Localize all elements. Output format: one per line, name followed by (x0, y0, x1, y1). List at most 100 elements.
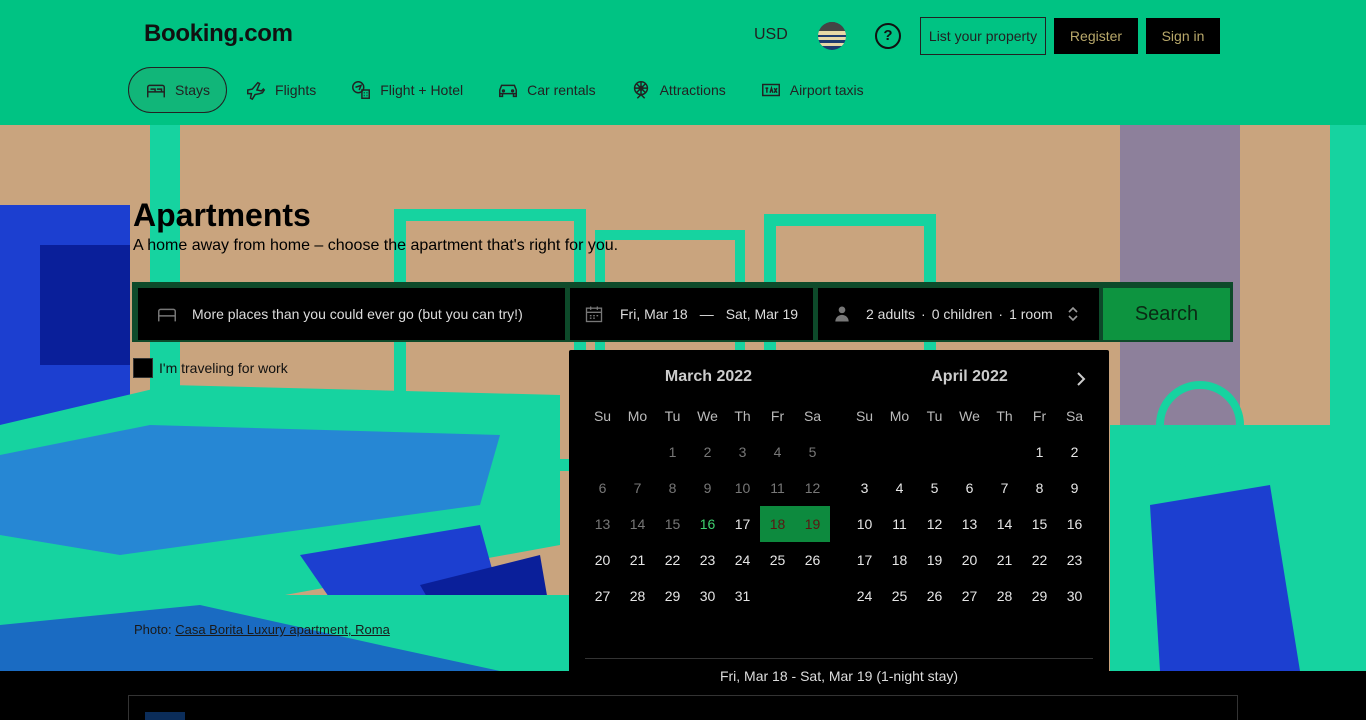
nav-item-car-rentals[interactable]: Car rentals (481, 67, 611, 113)
calendar-day[interactable]: 3 (847, 470, 882, 506)
calendar-day: 12 (804, 480, 821, 496)
product-nav: Stays Flights Flight + Hotel Car rentals… (128, 67, 882, 113)
calendar-day[interactable]: 27 (952, 578, 987, 614)
weekday-header: We (697, 408, 718, 424)
calendar-day[interactable]: 25 (760, 542, 795, 578)
work-travel-label: I'm traveling for work (159, 360, 288, 376)
calendar-day[interactable]: 7 (987, 470, 1022, 506)
calendar-day[interactable]: 18 (760, 506, 795, 542)
destination-input[interactable]: More places than you could ever go (but … (138, 288, 565, 340)
calendar-day[interactable]: 2 (1057, 434, 1092, 470)
calendar-day[interactable]: 4 (882, 470, 917, 506)
calendar-day[interactable]: 14 (987, 506, 1022, 542)
work-travel-checkbox[interactable]: I'm traveling for work (133, 358, 288, 378)
nav-item-airport-taxis[interactable]: Airport taxis (744, 67, 880, 113)
calendar-day[interactable]: 21 (987, 542, 1022, 578)
calendar-day[interactable]: 29 (655, 578, 690, 614)
calendar-day[interactable]: 22 (655, 542, 690, 578)
calendar-day[interactable]: 21 (620, 542, 655, 578)
weekday-header: Th (996, 408, 1013, 424)
chevron-right-icon[interactable] (1071, 369, 1091, 389)
weekday-header: Su (855, 408, 874, 424)
calendar-day[interactable]: 19 (917, 542, 952, 578)
calendar-day[interactable]: 20 (952, 542, 987, 578)
weekday-header: Tu (926, 408, 943, 424)
photo-credit-link[interactable]: Casa Borita Luxury apartment, Roma (175, 622, 390, 637)
checkbox[interactable] (133, 358, 153, 378)
calendar-day[interactable]: 19 (795, 506, 830, 542)
calendar-day: 13 (594, 516, 611, 532)
calendar-day[interactable]: 24 (725, 542, 760, 578)
language-flag-icon[interactable] (818, 22, 846, 50)
weekday-header: Fr (1032, 408, 1047, 424)
calendar-day: 4 (773, 444, 782, 460)
photo-credit: Photo: Casa Borita Luxury apartment, Rom… (134, 622, 390, 637)
month-title: March 2022 (664, 368, 753, 385)
register-button[interactable]: Register (1054, 18, 1138, 54)
bed-icon (147, 84, 165, 98)
calendar-day[interactable]: 24 (847, 578, 882, 614)
calendar-day[interactable]: 31 (725, 578, 760, 614)
date-range-field[interactable]: Fri, Mar 18 — Sat, Mar 19 (570, 288, 813, 340)
calendar-day: 7 (633, 480, 642, 496)
calendar-day[interactable]: 9 (1057, 470, 1092, 506)
calendar-day[interactable]: 25 (882, 578, 917, 614)
weekday-header: Mo (627, 408, 648, 424)
page-title: Apartments (133, 197, 311, 233)
calendar-day[interactable]: 16 (690, 506, 725, 542)
plane-hotel-icon (352, 81, 371, 99)
calendar-day[interactable]: 29 (1022, 578, 1057, 614)
calendar-day[interactable]: 23 (690, 542, 725, 578)
sign-in-button[interactable]: Sign in (1146, 18, 1220, 54)
list-property-button[interactable]: List your property (920, 17, 1046, 55)
calendar-day: 14 (629, 516, 646, 532)
calendar-day[interactable]: 1 (1022, 434, 1057, 470)
calendar-day[interactable]: 28 (620, 578, 655, 614)
card-accent (145, 712, 185, 720)
content-card (128, 695, 1238, 720)
nav-item-label: Airport taxis (789, 82, 864, 98)
calendar-day[interactable]: 10 (847, 506, 882, 542)
calendar-day: 2 (703, 444, 712, 460)
calendar-day[interactable]: 5 (917, 470, 952, 506)
calendar-day[interactable]: 22 (1022, 542, 1057, 578)
calendar-day[interactable]: 17 (847, 542, 882, 578)
booking-logo[interactable]: Booking.com (144, 20, 293, 48)
nav-item-stays[interactable]: Stays (128, 67, 228, 113)
checkout-date: Sat, Mar 19 (725, 306, 799, 322)
calendar-day: 10 (734, 480, 751, 496)
nav-item-attractions[interactable]: Attractions (614, 67, 742, 113)
calendar-day[interactable]: 8 (1022, 470, 1057, 506)
chevron-updown-icon (1068, 306, 1078, 322)
stay-summary: Fri, Mar 18 - Sat, Mar 19 (1-night stay) (719, 668, 959, 684)
calendar-day[interactable]: 26 (795, 542, 830, 578)
calendar-day[interactable]: 27 (585, 578, 620, 614)
calendar-day[interactable]: 12 (917, 506, 952, 542)
calendar-day: 8 (668, 480, 677, 496)
calendar-day[interactable]: 15 (1022, 506, 1057, 542)
calendar-day[interactable]: 26 (917, 578, 952, 614)
calendar-day: 6 (598, 480, 607, 496)
taxi-icon (761, 83, 780, 97)
calendar-day[interactable]: 30 (690, 578, 725, 614)
nav-item-flights[interactable]: Flights (229, 67, 332, 113)
weekday-header: Fr (770, 408, 785, 424)
calendar-day[interactable]: 17 (725, 506, 760, 542)
calendar-day[interactable]: 30 (1057, 578, 1092, 614)
weekday-header: Tu (664, 408, 681, 424)
currency-selector[interactable]: USD (754, 26, 788, 44)
guests-selector[interactable]: 2 adults · 0 children · 1 room (818, 288, 1099, 340)
car-icon (499, 84, 518, 98)
calendar-day[interactable]: 11 (882, 506, 917, 542)
question-circle-icon[interactable]: ? (875, 23, 901, 49)
calendar-day[interactable]: 28 (987, 578, 1022, 614)
nav-item-flight-hotel[interactable]: Flight + Hotel (334, 67, 479, 113)
calendar-day[interactable]: 20 (585, 542, 620, 578)
calendar-day[interactable]: 16 (1057, 506, 1092, 542)
search-button[interactable]: Search (1103, 288, 1230, 340)
nav-item-label: Flights (275, 82, 317, 98)
calendar-day[interactable]: 13 (952, 506, 987, 542)
calendar-day[interactable]: 23 (1057, 542, 1092, 578)
calendar-day[interactable]: 6 (952, 470, 987, 506)
calendar-day[interactable]: 18 (882, 542, 917, 578)
